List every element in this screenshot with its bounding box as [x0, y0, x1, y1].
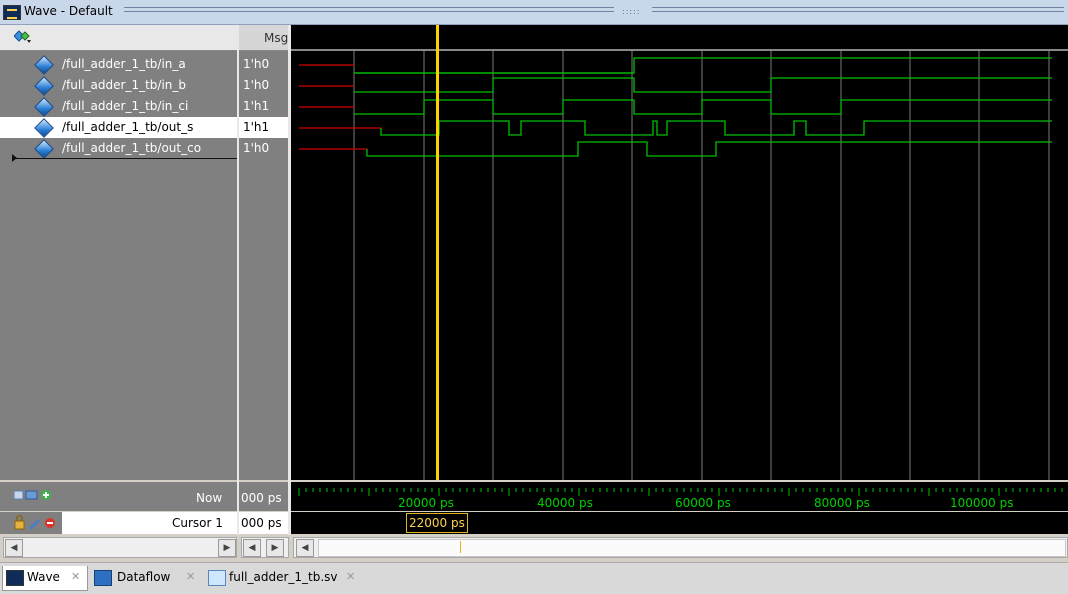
signal-value-in-ci[interactable]: 1'h1 — [239, 96, 288, 117]
signal-diamond-icon — [34, 55, 54, 75]
wave-out-s — [380, 120, 1052, 136]
signal-value: 1'h0 — [243, 57, 270, 71]
tab-label: Wave — [27, 570, 60, 584]
now-label: Now — [196, 491, 223, 505]
signal-diamond-icon — [34, 139, 54, 159]
wave-scroll-thumb[interactable] — [318, 539, 1066, 557]
scroll-right-icon[interactable]: ▶ — [266, 539, 284, 557]
close-icon[interactable]: ✕ — [186, 570, 195, 583]
wave-window-icon — [3, 5, 21, 20]
add-wave-dropdown-icon[interactable] — [14, 30, 32, 44]
signal-value-out-co[interactable]: 1'h0 — [239, 138, 288, 159]
tick-label: 80000 ps — [814, 496, 870, 510]
title-grip-left — [124, 7, 614, 12]
signal-value-in-a[interactable]: 1'h0 — [239, 54, 288, 75]
waveforms — [299, 57, 1052, 157]
waveform-canvas[interactable] — [291, 51, 1068, 480]
cursor-value-box[interactable]: 000 ps — [239, 512, 288, 534]
tab-dataflow[interactable]: Dataflow ✕ — [90, 566, 200, 590]
scroll-left-icon[interactable]: ◀ — [5, 539, 23, 557]
cursor-row-icons — [14, 515, 55, 530]
lock-icon — [14, 515, 25, 530]
tab-label: full_adder_1_tb.sv — [229, 570, 338, 584]
wave-in-b — [354, 77, 1052, 93]
tick-label: 20000 ps — [398, 496, 454, 510]
signal-diamond-icon — [34, 97, 54, 117]
edit-cursor-icon — [29, 519, 40, 530]
grid-lines — [353, 51, 1050, 480]
cursor-value: 000 ps — [241, 516, 282, 530]
cursor-time-box[interactable]: 22000 ps — [406, 513, 468, 533]
signal-name: /full_adder_1_tb/out_co — [62, 141, 202, 155]
window-title: Wave - Default — [24, 4, 113, 18]
tick-label: 60000 ps — [675, 496, 731, 510]
now-value: 000 ps — [241, 491, 282, 505]
signal-row-in-b[interactable]: /full_adder_1_tb/in_b — [0, 75, 237, 96]
scroll-left-icon[interactable]: ◀ — [296, 539, 314, 557]
cursor-line[interactable] — [436, 25, 439, 480]
drag-handle-icon[interactable]: ::::: — [622, 7, 640, 16]
signal-value: 1'h0 — [243, 141, 270, 155]
zoom-icon — [14, 490, 24, 500]
signal-row-out-s[interactable]: /full_adder_1_tb/out_s — [0, 117, 237, 138]
tab-source-file[interactable]: full_adder_1_tb.sv ✕ — [204, 566, 364, 590]
monitor-icon — [25, 490, 38, 500]
close-icon[interactable]: ✕ — [71, 570, 80, 583]
now-value-box: 000 ps — [239, 482, 288, 511]
signal-value-in-b[interactable]: 1'h0 — [239, 75, 288, 96]
signal-name: /full_adder_1_tb/in_ci — [62, 99, 189, 113]
signal-name: /full_adder_1_tb/in_a — [62, 57, 186, 71]
title-bar — [0, 0, 1068, 25]
signal-name: /full_adder_1_tb/in_b — [62, 78, 187, 92]
wave-icon — [6, 570, 24, 586]
wave-in-ci — [354, 99, 1052, 115]
cursor-label: Cursor 1 — [172, 516, 223, 530]
tab-wave[interactable]: Wave ✕ — [2, 566, 88, 591]
scroll-cursor-marker — [460, 541, 461, 553]
list-end-line — [12, 158, 237, 159]
tick-label: 40000 ps — [537, 496, 593, 510]
dataflow-icon — [94, 570, 112, 586]
names-horizontal-scrollbar[interactable] — [3, 537, 237, 558]
signal-value-out-s[interactable]: 1'h1 — [239, 117, 288, 138]
wave-header-bar — [291, 25, 1068, 49]
signal-diamond-icon — [34, 76, 54, 96]
signal-names-header — [0, 25, 237, 51]
signal-row-in-a[interactable]: /full_adder_1_tb/in_a — [0, 54, 237, 75]
close-icon[interactable]: ✕ — [346, 570, 355, 583]
file-icon — [208, 570, 226, 586]
scroll-right-icon[interactable]: ▶ — [218, 539, 236, 557]
scroll-left-icon[interactable]: ◀ — [243, 539, 261, 557]
signal-value: 1'h1 — [243, 99, 270, 113]
now-row-icons — [14, 490, 51, 500]
signal-diamond-icon — [34, 118, 54, 138]
tab-label: Dataflow — [117, 570, 171, 584]
title-grip-right — [652, 7, 1064, 12]
time-ruler-ticks: 20000 ps 40000 ps 60000 ps 80000 ps 1000… — [298, 488, 1063, 510]
signal-value: 1'h0 — [243, 78, 270, 92]
wave-out-co — [366, 141, 1052, 157]
signal-row-in-ci[interactable]: /full_adder_1_tb/in_ci — [0, 96, 237, 117]
wave-in-a-low — [354, 57, 1052, 74]
signal-name: /full_adder_1_tb/out_s — [62, 120, 194, 134]
signal-row-out-co[interactable]: /full_adder_1_tb/out_co — [0, 138, 237, 159]
signal-value: 1'h1 — [243, 120, 270, 134]
tick-label: 100000 ps — [950, 496, 1014, 510]
cursor-time: 22000 ps — [409, 516, 465, 530]
